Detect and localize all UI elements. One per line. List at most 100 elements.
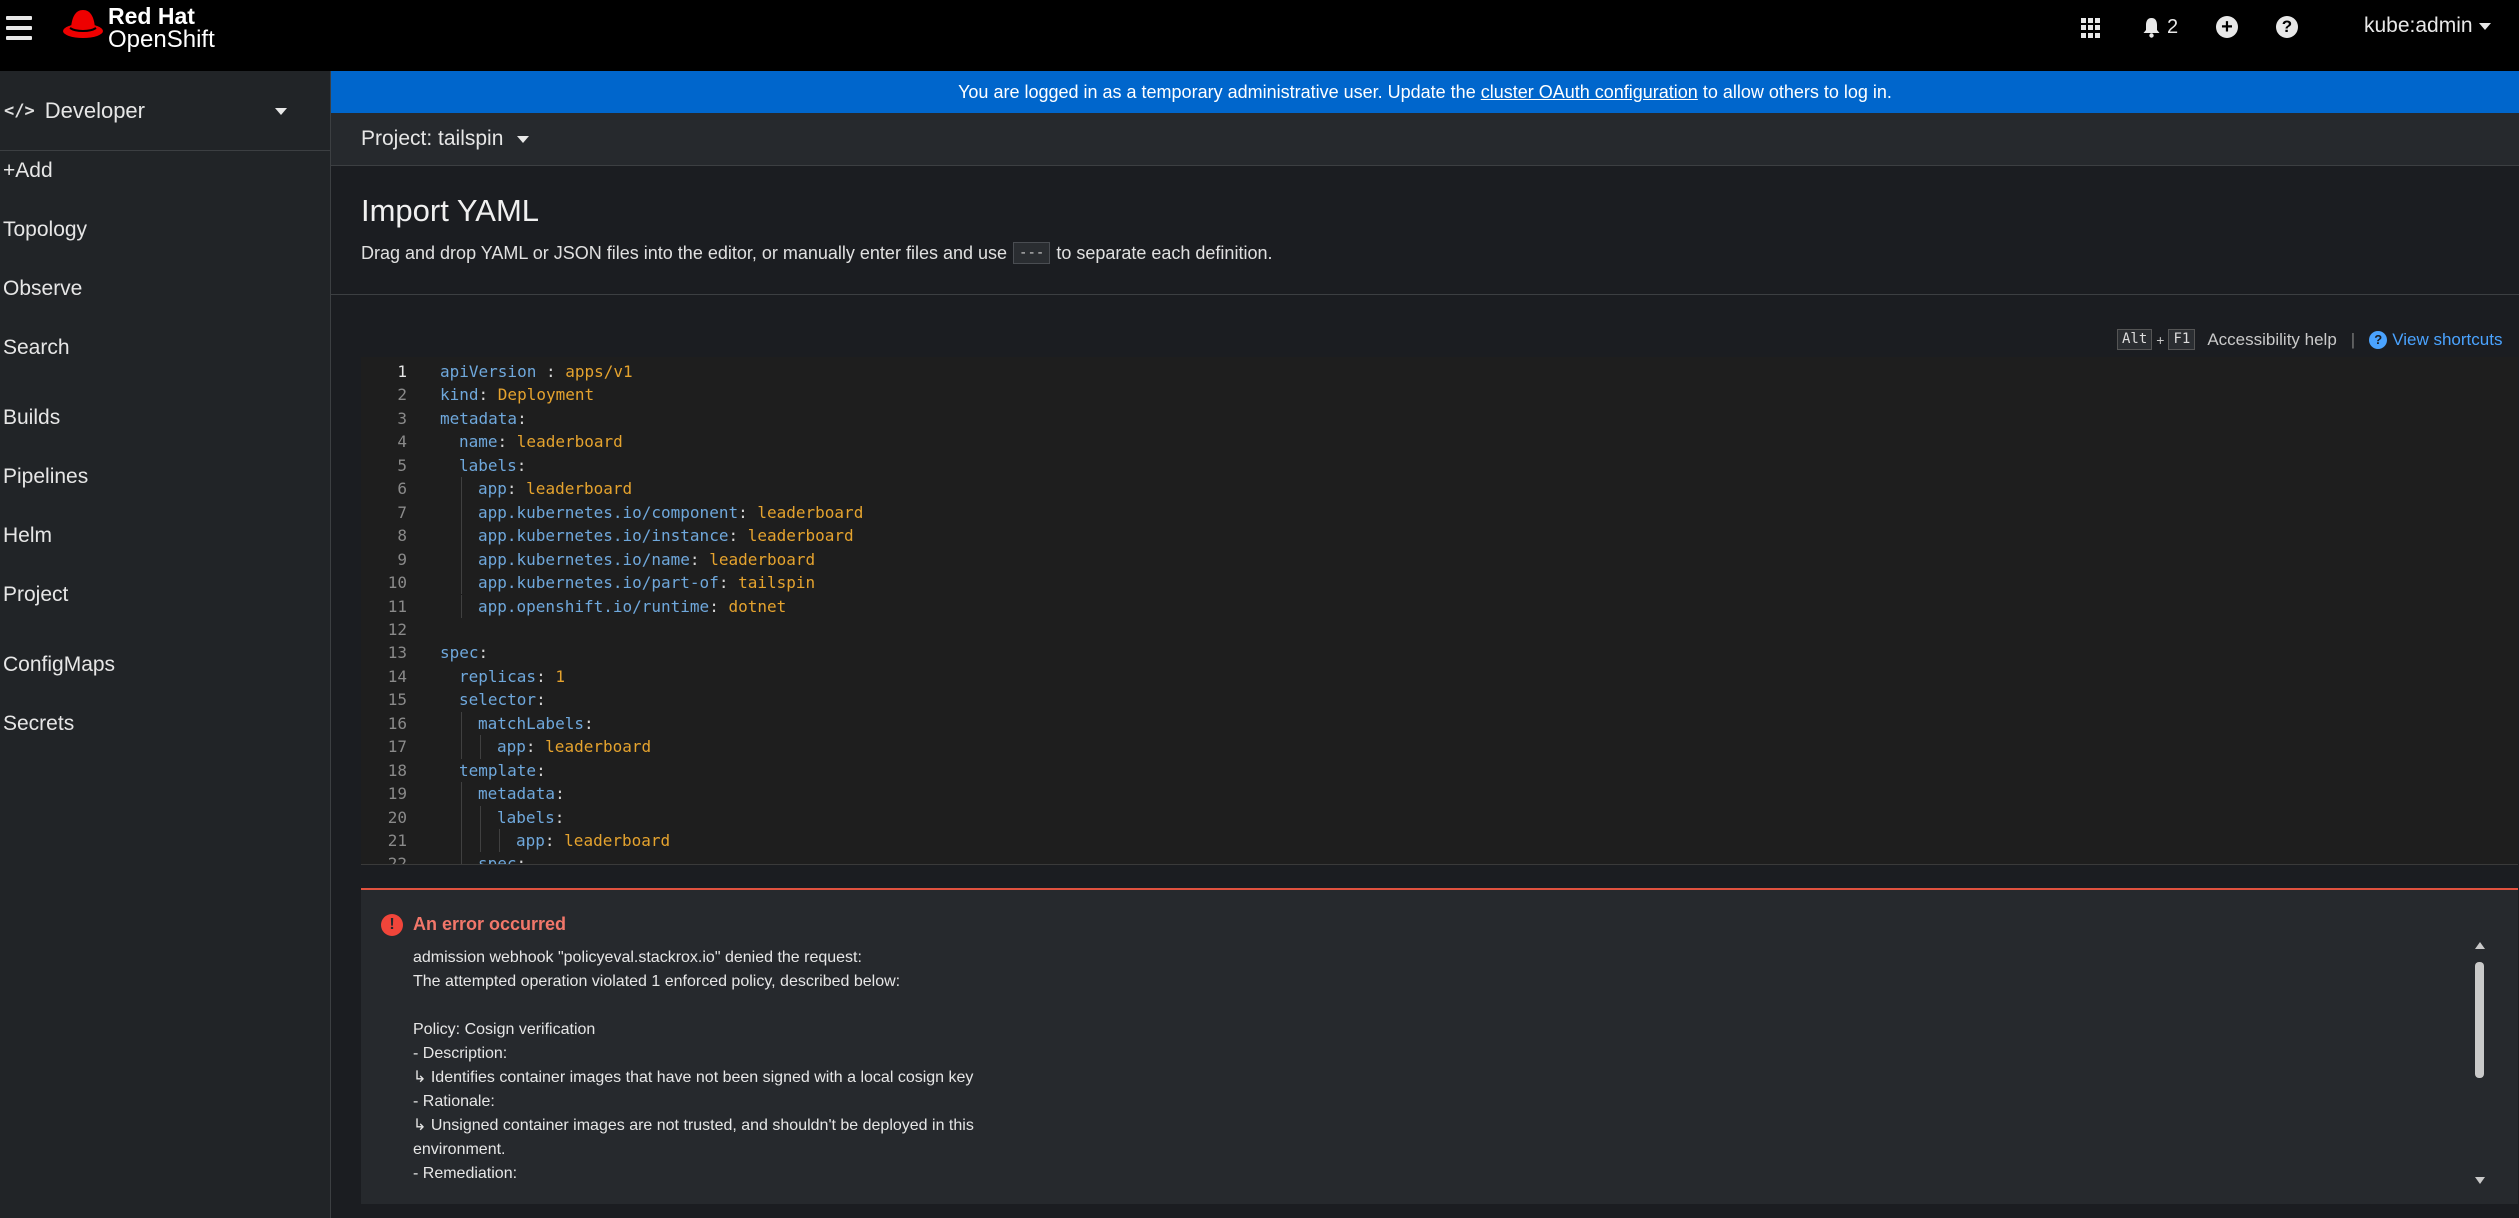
hamburger-menu-icon[interactable] (6, 16, 32, 40)
alert-body: admission webhook "policyeval.stackrox.i… (413, 946, 2313, 1190)
yaml-separator: : (583, 713, 594, 733)
line-number: 16 (387, 713, 407, 733)
line-number: 11 (387, 596, 407, 616)
indent-guide (499, 829, 500, 853)
yaml-value: tailspin (738, 573, 816, 593)
chevron-down-icon (2478, 22, 2491, 30)
sidebar-item-project[interactable]: Project (3, 583, 68, 607)
sidebar-item-observe[interactable]: Observe (3, 277, 82, 301)
indent-guide (480, 805, 481, 829)
indent-guide (461, 594, 462, 618)
notifications-count: 2 (2167, 16, 2179, 38)
sidebar-item-topology[interactable]: Topology (3, 218, 87, 242)
line-number: 8 (397, 526, 407, 546)
line-number: 3 (397, 408, 407, 428)
line-number-gutter: 1 2 3 4 5 6 7 8 9 10 11 12 13 14 15 16 17 18 19 20 21 22 (361, 357, 431, 864)
code-line: selector: (459, 688, 546, 711)
yaml-separator: : (728, 526, 748, 546)
yaml-key: metadata (440, 408, 518, 428)
separator-code: --- (1013, 242, 1051, 264)
sidebar-item-pipelines[interactable]: Pipelines (3, 465, 88, 489)
yaml-separator: : (525, 737, 546, 757)
perspective-switcher[interactable]: </> Developer (0, 71, 330, 151)
yaml-value: 1 (555, 666, 565, 686)
code-line: metadata: (478, 782, 565, 805)
indent-guide (461, 524, 462, 548)
code-line: name: leaderboard (459, 430, 623, 453)
sidebar-item-search[interactable]: Search (3, 336, 70, 360)
brand-line1: Red Hat (108, 3, 195, 29)
sidebar-item-builds[interactable]: Builds (3, 406, 60, 430)
alert-line: The attempted operation violated 1 enfor… (413, 973, 901, 990)
view-shortcuts-link[interactable]: ? View shortcuts (2369, 330, 2502, 350)
alert-line: Policy: Cosign verification (413, 1021, 596, 1038)
yaml-separator: : (516, 455, 527, 475)
sidebar-item-add[interactable]: +Add (3, 159, 53, 183)
code-area[interactable]: apiVersion : apps/v1 kind: Deployment meta… (440, 357, 2420, 864)
banner-text-before: You are logged in as a temporary adminis… (958, 81, 1476, 102)
line-number: 12 (387, 619, 407, 639)
yaml-separator: : (536, 362, 566, 381)
scroll-thumb[interactable] (2475, 962, 2484, 1078)
line-number: 18 (387, 760, 407, 780)
yaml-key: apiVersion (440, 362, 537, 381)
yaml-separator: : (516, 854, 527, 865)
oauth-config-link[interactable]: cluster OAuth configuration (1481, 82, 1698, 103)
code-line: app: leaderboard (516, 829, 670, 852)
yaml-value: leaderboard (757, 502, 864, 522)
yaml-key: app (478, 479, 507, 499)
yaml-key: metadata (478, 784, 556, 804)
line-number: 17 (387, 737, 407, 757)
scroll-up-icon[interactable] (2475, 942, 2485, 949)
code-line: app.kubernetes.io/name: leaderboard (478, 548, 815, 571)
app-launcher-icon[interactable] (2081, 18, 2101, 38)
yaml-separator: : (517, 408, 527, 428)
yaml-key: app (516, 831, 545, 850)
brand-logo[interactable]: Red Hat OpenShift (62, 4, 215, 60)
yaml-separator: : (536, 666, 556, 686)
sidebar-item-configmaps[interactable]: ConfigMaps (3, 653, 115, 677)
project-selector[interactable]: Project: tailspin (361, 127, 530, 151)
exclamation-circle-icon: ! (381, 914, 403, 936)
sidebar-item-helm[interactable]: Helm (3, 524, 52, 548)
yaml-separator: : (738, 502, 758, 522)
help-icon[interactable]: ? (2276, 16, 2298, 38)
indent-guide (480, 829, 481, 853)
alert-line: - Rationale: (413, 1093, 495, 1110)
alert-title: An error occurred (413, 914, 567, 934)
yaml-separator: : (718, 573, 739, 593)
alert-line: - Description: (413, 1045, 508, 1062)
line-number: 21 (387, 831, 407, 850)
yaml-value: Deployment (497, 385, 595, 405)
sidebar-item-secrets[interactable]: Secrets (3, 712, 74, 736)
line-number: 22 (387, 854, 407, 865)
code-line: app.kubernetes.io/component: leaderboard (478, 501, 863, 524)
yaml-value: leaderboard (564, 831, 671, 850)
yaml-separator: : (555, 784, 565, 804)
f1-key: F1 (2168, 329, 2196, 350)
yaml-value: leaderboard (526, 479, 633, 499)
import-plus-icon[interactable]: + (2216, 16, 2238, 38)
indent-guide (461, 852, 462, 864)
description-after: to separate each definition. (1056, 242, 1273, 263)
code-line: spec: (478, 852, 527, 865)
line-number: 6 (397, 479, 407, 499)
notifications-button[interactable]: 2 (2142, 16, 2178, 39)
sidebar: </> Developer +Add Topology Observe Sear… (0, 71, 331, 1218)
yaml-editor[interactable]: 1 2 3 4 5 6 7 8 9 10 11 12 13 14 15 16 17 18 19 20 21 22 apiV… (361, 357, 2518, 865)
question-circle-icon: ? (2369, 330, 2388, 349)
yaml-separator: : (689, 549, 710, 569)
indent-guide (461, 477, 462, 501)
alert-line: admission webhook "policyeval.stackrox.i… (413, 949, 862, 966)
yaml-key: app.kubernetes.io/component (478, 502, 739, 522)
banner-text-after: to allow others to log in. (1702, 81, 1892, 102)
yaml-value: leaderboard (709, 549, 816, 569)
alert-scrollbar[interactable] (2473, 942, 2487, 1184)
user-menu[interactable]: kube:admin (2364, 14, 2491, 38)
line-number: 15 (387, 690, 407, 710)
yaml-key: selector (459, 690, 537, 710)
yaml-key: app.kubernetes.io/instance (478, 526, 729, 546)
line-number: 19 (387, 784, 407, 804)
scroll-down-icon[interactable] (2475, 1177, 2485, 1184)
yaml-key: spec (440, 643, 479, 663)
